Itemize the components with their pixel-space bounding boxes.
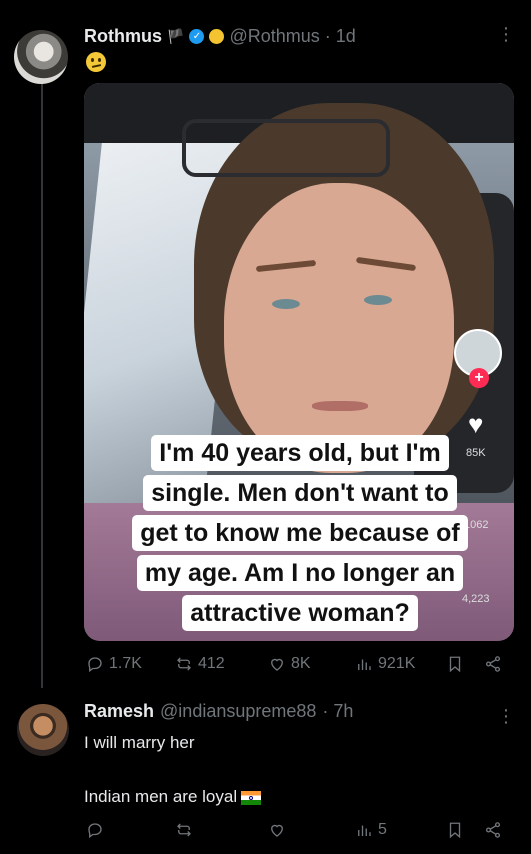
reply-count: 1.7K	[109, 655, 142, 672]
reply-icon	[88, 657, 102, 673]
caption-line: I'm 40 years old, but I'm	[151, 435, 449, 471]
follow-plus-icon: +	[469, 368, 489, 388]
reply-author-avatar[interactable]	[17, 704, 69, 756]
repost-icon	[177, 657, 191, 671]
author-name[interactable]: Rothmus	[84, 26, 162, 47]
heart-icon: ♥	[468, 409, 484, 439]
right-eye	[364, 295, 392, 305]
bookmark-icon	[449, 656, 461, 673]
reply-author-name[interactable]: Ramesh	[84, 701, 154, 722]
bookmark-icon	[449, 822, 461, 839]
india-flag-icon	[241, 790, 262, 805]
views-icon	[358, 659, 371, 670]
reply-more-options-icon[interactable]: ⋮	[497, 706, 515, 727]
like-count: 8K	[291, 655, 311, 672]
heart-outline-icon	[271, 824, 283, 837]
tweet-header: Rothmus 🏴 ✓ @Rothmus · 1d	[84, 26, 356, 47]
more-options-icon[interactable]: ⋮	[497, 24, 515, 45]
reply-header: Ramesh @indiansupreme88 · 7h	[84, 701, 353, 722]
face	[224, 183, 454, 473]
views-icon	[358, 825, 371, 836]
reply-like-button[interactable]	[268, 821, 286, 839]
reply-text-line-2-wrap: Indian men are loyal	[84, 787, 262, 807]
flag-icon: 🏴	[167, 28, 185, 44]
reply-views-button[interactable]: 5	[355, 821, 387, 839]
sunglasses	[182, 119, 390, 177]
reply-repost-button[interactable]	[175, 821, 193, 839]
repost-count: 412	[198, 655, 225, 672]
mouth	[312, 401, 368, 411]
repost-button[interactable]: 412	[175, 655, 225, 673]
caption-line: get to know me because of	[132, 515, 468, 551]
reply-author-handle[interactable]: @indiansupreme88	[160, 701, 316, 722]
share-button[interactable]	[484, 655, 502, 673]
reply-icon	[88, 823, 102, 839]
reply-views-count: 5	[378, 821, 387, 838]
reply-reply-button[interactable]	[86, 821, 104, 839]
author-handle[interactable]: @Rothmus	[229, 26, 319, 47]
tweet-video[interactable]: + ♥ 85K 1062 4,223 I'm 40 years old, but…	[84, 83, 514, 641]
thread-connector	[41, 82, 43, 688]
repost-icon	[177, 823, 191, 837]
reply-bookmark-button[interactable]	[446, 821, 464, 839]
caption-line: my age. Am I no longer an	[136, 555, 464, 591]
left-brow	[255, 259, 317, 273]
reply-text-line-1: I will marry her	[84, 733, 195, 752]
caption-line: attractive woman?	[182, 595, 418, 631]
verified-badge-icon: ✓	[189, 29, 205, 44]
video-caption: I'm 40 years old, but I'm single. Men do…	[94, 433, 506, 633]
confused-face-emoji	[86, 52, 106, 72]
heart-outline-icon	[271, 658, 283, 671]
caption-line: single. Men don't want to	[143, 475, 457, 511]
reply-share-button[interactable]	[484, 821, 502, 839]
like-button[interactable]: 8K	[268, 655, 311, 673]
views-button[interactable]: 921K	[355, 655, 415, 673]
gold-badge-icon	[209, 29, 225, 44]
tweet-time: · 1d	[324, 26, 356, 46]
share-icon	[485, 822, 501, 838]
author-avatar[interactable]	[14, 30, 68, 84]
left-eye	[272, 299, 300, 309]
bookmark-button[interactable]	[446, 655, 464, 673]
reply-time: · 7h	[322, 701, 354, 721]
share-icon	[485, 656, 501, 672]
reply-text-line-2: Indian men are loyal	[84, 787, 238, 806]
views-count: 921K	[378, 655, 416, 672]
right-brow	[355, 256, 417, 272]
reply-button[interactable]: 1.7K	[86, 655, 142, 673]
